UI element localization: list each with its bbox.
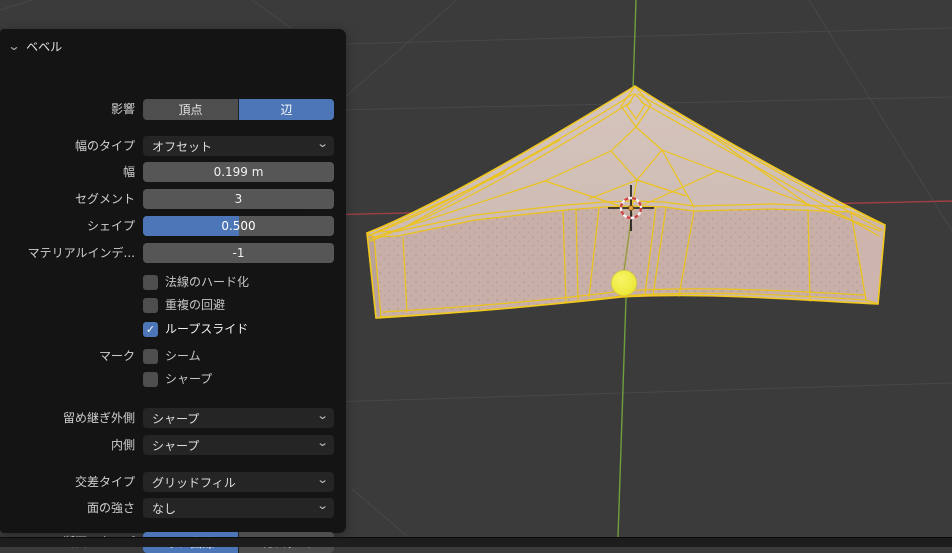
loop-slide-checkbox[interactable]: ✓	[143, 322, 158, 337]
width-value: 0.199 m	[213, 165, 264, 179]
miter-inner-value: シャープ	[152, 438, 200, 453]
shape-value: 0.500	[221, 219, 256, 233]
miter-outer-label: 留め継ぎ外側	[62, 411, 135, 425]
width-label: 幅	[122, 165, 135, 179]
harden-normals-label: 法線のハード化	[165, 275, 250, 289]
object-origin-dot[interactable]	[611, 270, 637, 296]
clamp-overlap-label: 重複の回避	[165, 298, 226, 312]
width-type-value: オフセット	[152, 139, 213, 154]
loop-slide-label: ループスライド	[165, 322, 249, 336]
harden-normals-checkbox[interactable]	[143, 275, 158, 290]
segments-label: セグメント	[74, 192, 135, 206]
face-strength-label: 面の強さ	[86, 501, 135, 515]
bevel-panel: ⌄ ベベル 影響 頂点 辺 幅のタイプ オフセット ⌄ 幅 0.199 m セグ…	[0, 29, 346, 553]
material-index-label: マテリアルインデ...	[27, 246, 135, 260]
status-bar	[0, 537, 952, 547]
intersection-type-value: グリッドフィル	[152, 475, 236, 490]
affect-option-vertices[interactable]: 頂点	[143, 99, 238, 120]
width-type-dropdown[interactable]: オフセット ⌄	[143, 136, 334, 156]
shape-label: シェイプ	[86, 219, 135, 233]
miter-inner-dropdown[interactable]: シャープ ⌄	[143, 435, 334, 455]
chevron-down-icon: ⌄	[316, 137, 329, 150]
material-index-field[interactable]: -1	[143, 243, 334, 263]
affect-segmented-control: 頂点 辺	[143, 99, 334, 120]
miter-inner-label: 内側	[110, 438, 135, 452]
intersection-type-label: 交差タイプ	[74, 475, 135, 489]
chevron-down-icon: ⌄	[316, 473, 329, 486]
chevron-down-icon: ⌄	[316, 436, 329, 449]
segments-value: 3	[234, 192, 243, 206]
mark-sharp-label: シャープ	[165, 372, 213, 386]
width-field[interactable]: 0.199 m	[143, 162, 334, 182]
collapse-chevron-icon[interactable]: ⌄	[7, 40, 20, 52]
affect-option-edges[interactable]: 辺	[239, 99, 334, 120]
face-strength-value: なし	[152, 501, 177, 516]
miter-outer-value: シャープ	[152, 411, 200, 426]
mark-label: マーク	[98, 349, 135, 363]
mark-sharp-checkbox[interactable]	[143, 372, 158, 387]
width-type-label: 幅のタイプ	[74, 139, 135, 153]
shape-slider[interactable]: 0.500	[143, 216, 334, 236]
affect-label: 影響	[110, 102, 135, 116]
chevron-down-icon: ⌄	[316, 409, 329, 422]
material-index-value: -1	[232, 246, 245, 260]
blender-window: { "icons": { "collapse": "⌄", "chevron_d…	[0, 0, 952, 553]
clamp-overlap-checkbox[interactable]	[143, 298, 158, 313]
mark-seam-checkbox[interactable]	[143, 349, 158, 364]
chevron-down-icon: ⌄	[316, 499, 329, 512]
face-strength-dropdown[interactable]: なし ⌄	[143, 498, 334, 518]
miter-outer-dropdown[interactable]: シャープ ⌄	[143, 408, 334, 428]
mark-seam-label: シーム	[165, 349, 201, 363]
check-icon: ✓	[145, 323, 156, 336]
panel-title: ベベル	[26, 39, 63, 54]
segments-field[interactable]: 3	[143, 189, 334, 209]
intersection-type-dropdown[interactable]: グリッドフィル ⌄	[143, 472, 334, 492]
panel-header[interactable]: ⌄ ベベル	[7, 38, 63, 54]
